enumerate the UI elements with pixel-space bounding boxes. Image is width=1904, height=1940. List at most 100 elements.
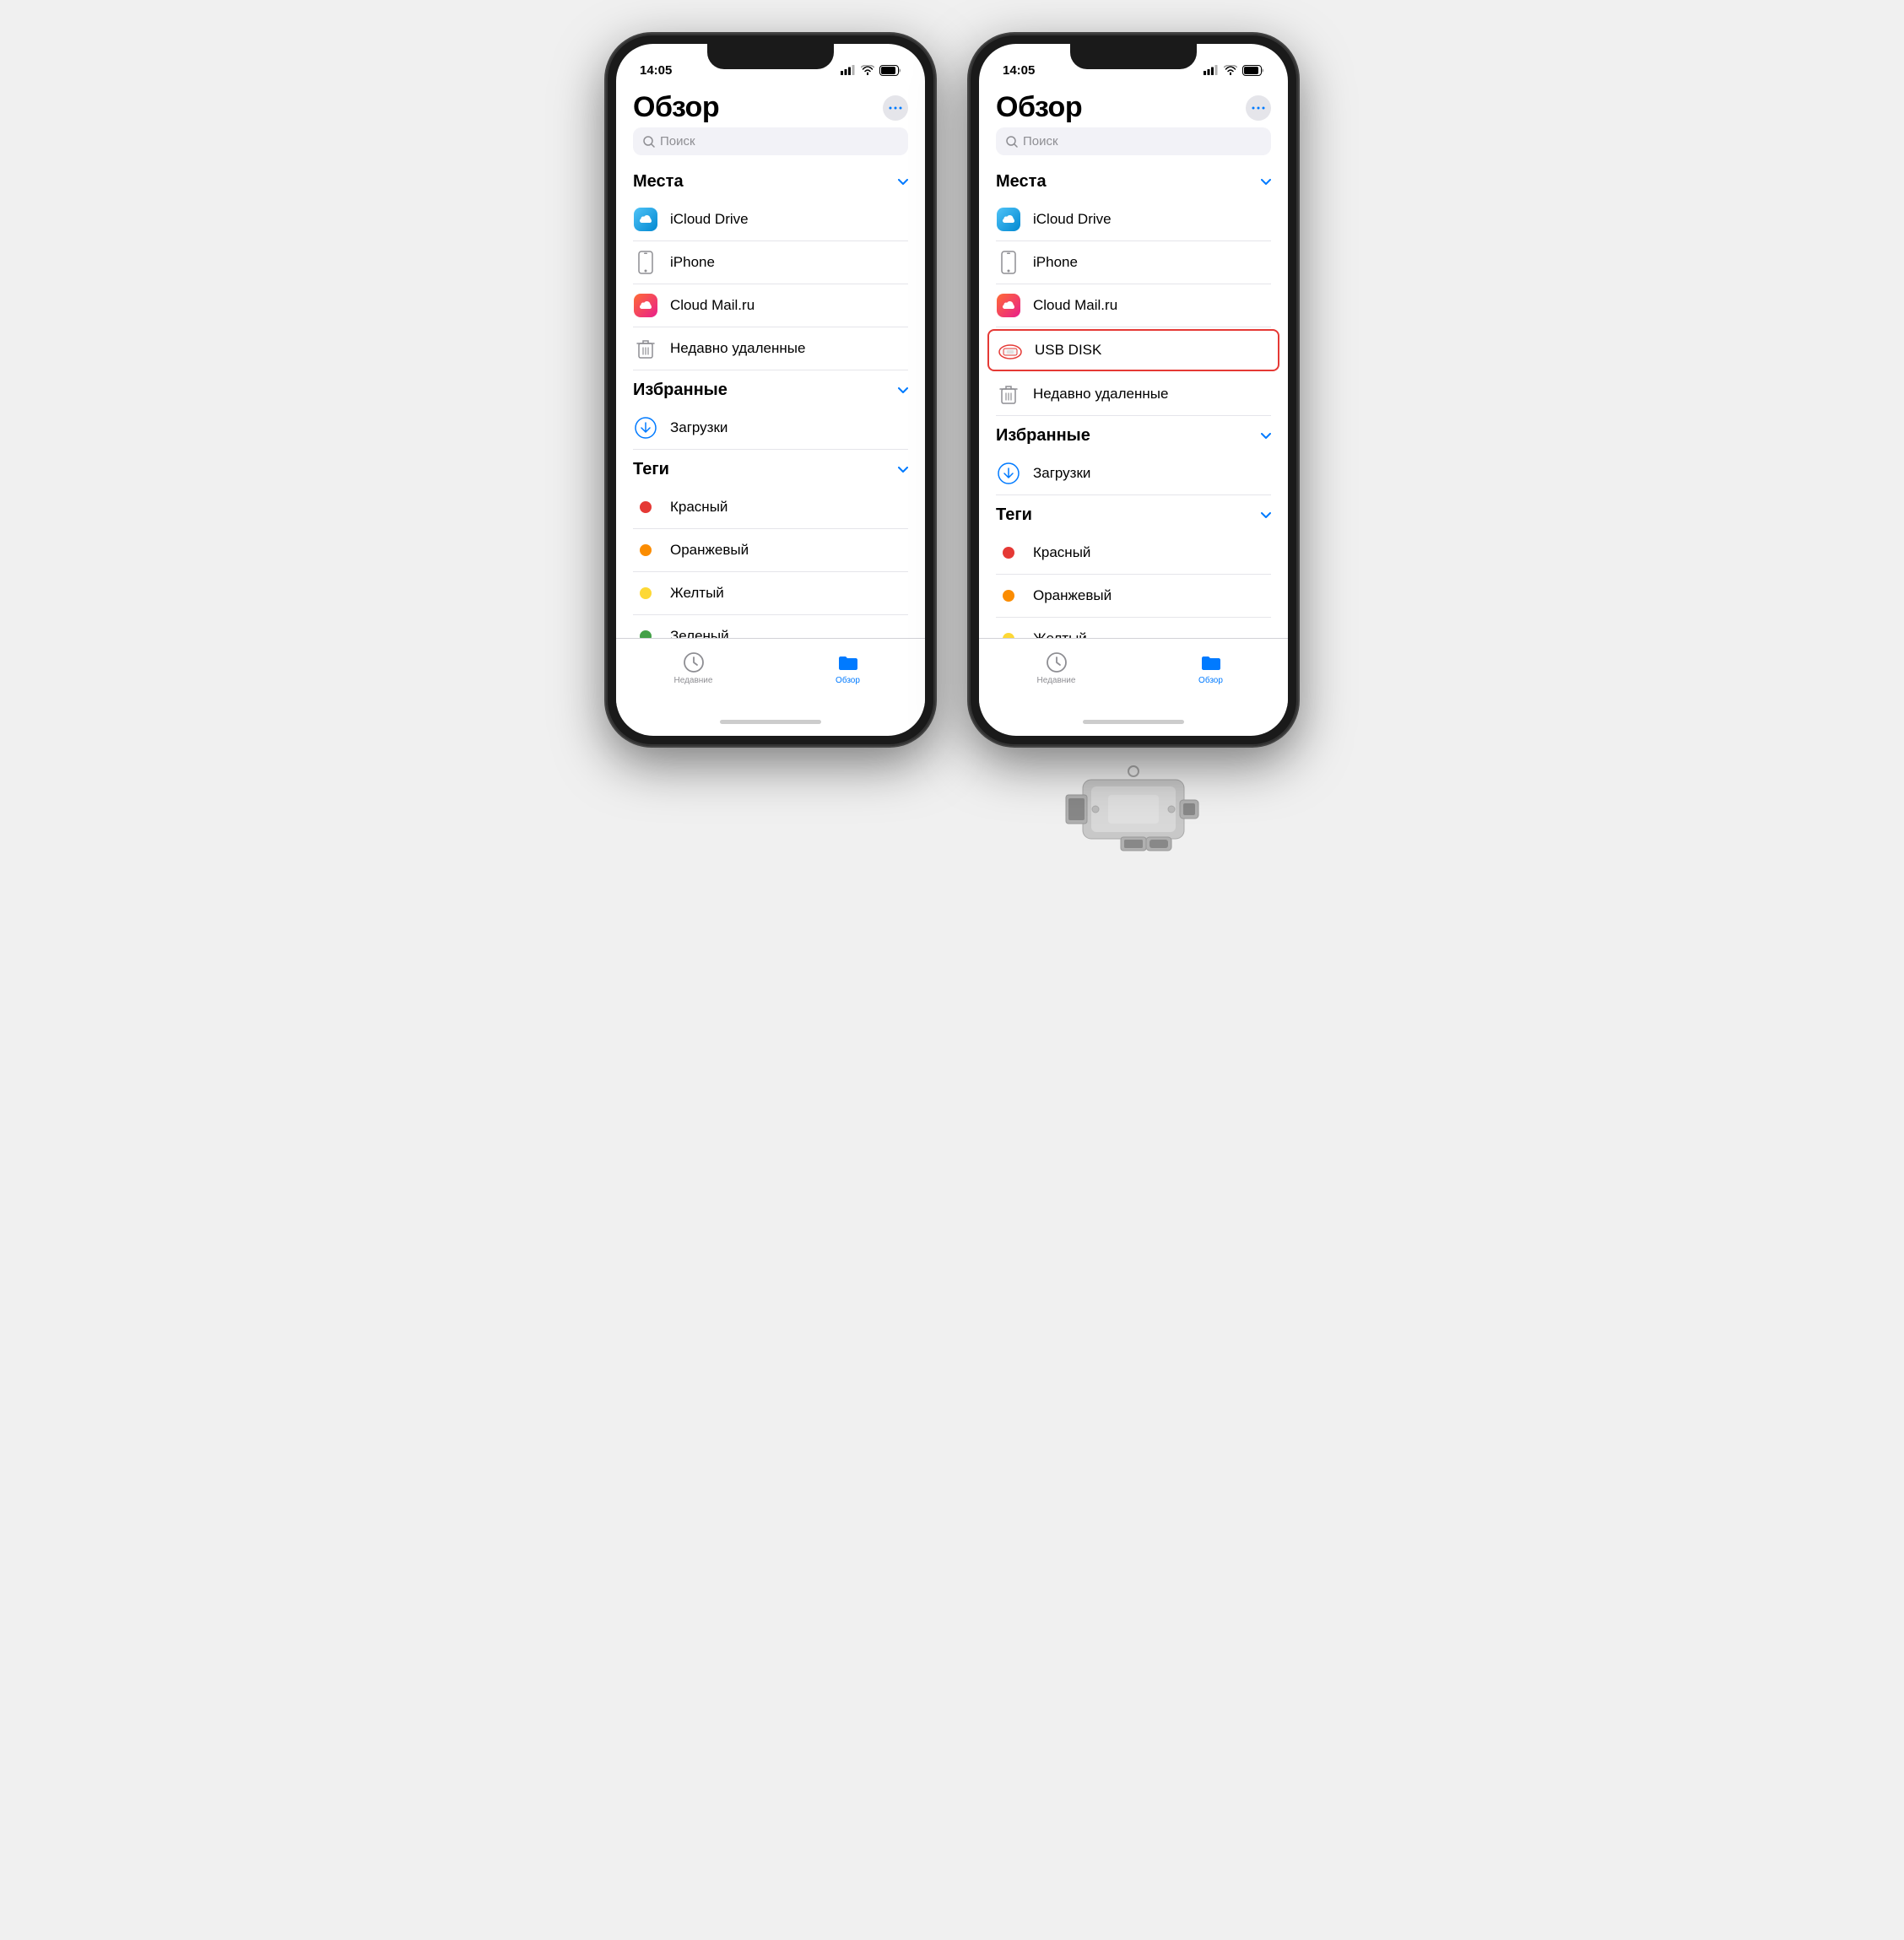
tab-label-overview: Обзор (836, 676, 860, 685)
item-label-deleted: Недавно удаленные (670, 340, 805, 357)
list-item-icloud[interactable]: iCloud Drive (633, 198, 908, 241)
home-bar (720, 720, 821, 724)
section-header-favorites: Избранные (996, 423, 1271, 452)
icloud-icon (997, 208, 1020, 231)
item-label-icloud: iCloud Drive (1033, 211, 1112, 228)
list-item-yellow[interactable]: Желтый (996, 618, 1271, 638)
section-header-favorites: Избранные (633, 377, 908, 407)
list-item-cloudmail[interactable]: Cloud Mail.ru (633, 284, 908, 327)
list-item-deleted[interactable]: Недавно удаленные (996, 373, 1271, 416)
trash-icon (634, 337, 657, 360)
item-label-yellow: Желтый (1033, 630, 1087, 638)
iphone-icon (997, 251, 1020, 274)
list-item-downloads[interactable]: Загрузки (633, 407, 908, 450)
tab-label-overview: Обзор (1198, 676, 1223, 685)
item-label-iphone: iPhone (1033, 254, 1078, 271)
item-label-orange: Оранжевый (670, 542, 749, 559)
tag-dot (640, 630, 652, 638)
chevron-favorites[interactable] (1261, 433, 1271, 440)
phone-left: 14:05 Обзор (606, 34, 935, 746)
section-header-places: Места (996, 169, 1271, 198)
header-row: Обзор (633, 84, 908, 127)
section-title-tags: Теги (633, 460, 669, 479)
status-time: 14:05 (640, 63, 672, 78)
chevron-tags[interactable] (898, 467, 908, 473)
home-indicator (616, 707, 925, 736)
item-label-cloudmail: Cloud Mail.ru (1033, 297, 1117, 314)
status-time: 14:05 (1003, 63, 1035, 78)
item-label-green: Зеленый (670, 628, 729, 638)
more-button[interactable] (883, 95, 908, 121)
tab-overview[interactable]: Обзор (1133, 639, 1288, 707)
list-item-yellow[interactable]: Желтый (633, 572, 908, 615)
page-title: Обзор (996, 91, 1082, 124)
item-label-usbdisk: USB DISK (1035, 342, 1101, 359)
usb-drive-svg (1049, 763, 1218, 873)
screen-content: Обзор Поиск Места iCloud Drive iPhone Cl… (979, 84, 1288, 638)
list-item-red[interactable]: Красный (996, 532, 1271, 575)
section-title-places: Места (996, 172, 1047, 192)
item-label-deleted: Недавно удаленные (1033, 386, 1168, 403)
item-label-yellow: Желтый (670, 585, 724, 602)
search-placeholder: Поиск (1023, 134, 1058, 149)
tab-recent[interactable]: Недавние (616, 639, 771, 707)
list-item-usbdisk[interactable]: USB DISK (987, 329, 1279, 371)
list-item-downloads[interactable]: Загрузки (996, 452, 1271, 495)
search-icon (1006, 136, 1018, 148)
list-item-green[interactable]: Зеленый (633, 615, 908, 638)
list-item-iphone[interactable]: iPhone (633, 241, 908, 284)
phone-right: 14:05 Обзор (969, 34, 1298, 873)
notch (707, 44, 834, 69)
clock-icon (683, 651, 705, 673)
search-bar[interactable]: Поиск (996, 127, 1271, 155)
search-bar[interactable]: Поиск (633, 127, 908, 155)
tab-label-recent: Недавние (1037, 676, 1076, 685)
downloads-icon (634, 416, 657, 440)
item-label-red: Красный (1033, 544, 1090, 561)
icloud-icon (634, 208, 657, 231)
page-title: Обзор (633, 91, 719, 124)
status-icons (841, 65, 901, 76)
tag-dot (640, 544, 652, 556)
chevron-places[interactable] (898, 179, 908, 186)
downloads-icon (997, 462, 1020, 485)
chevron-favorites[interactable] (898, 387, 908, 394)
list-item-orange[interactable]: Оранжевый (633, 529, 908, 572)
signal-icon (841, 65, 856, 75)
chevron-tags[interactable] (1261, 512, 1271, 519)
item-label-downloads: Загрузки (670, 419, 728, 436)
tag-dot (640, 501, 652, 513)
chevron-places[interactable] (1261, 179, 1271, 186)
list-item-iphone[interactable]: iPhone (996, 241, 1271, 284)
tab-label-recent: Недавние (674, 676, 713, 685)
tab-recent[interactable]: Недавние (979, 639, 1133, 707)
tag-dot (1003, 547, 1014, 559)
wifi-icon (1224, 65, 1237, 75)
item-label-icloud: iCloud Drive (670, 211, 749, 228)
usb-drive-image (1049, 763, 1218, 873)
tab-bar: Недавние Обзор (979, 638, 1288, 707)
screen-content: Обзор Поиск Места iCloud Drive iPhone Cl… (616, 84, 925, 638)
item-label-orange: Оранжевый (1033, 587, 1112, 604)
list-item-icloud[interactable]: iCloud Drive (996, 198, 1271, 241)
more-button[interactable] (1246, 95, 1271, 121)
home-indicator (979, 707, 1288, 736)
section-header-tags: Теги (996, 502, 1271, 532)
item-label-red: Красный (670, 499, 728, 516)
list-item-red[interactable]: Красный (633, 486, 908, 529)
tag-dot (1003, 590, 1014, 602)
list-item-orange[interactable]: Оранжевый (996, 575, 1271, 618)
folder-icon (837, 651, 859, 673)
iphone-icon (634, 251, 657, 274)
tab-overview[interactable]: Обзор (771, 639, 925, 707)
section-title-places: Места (633, 172, 684, 192)
signal-icon (1204, 65, 1219, 75)
wifi-icon (861, 65, 874, 75)
item-label-downloads: Загрузки (1033, 465, 1090, 482)
cloudmail-icon (634, 294, 657, 317)
list-item-deleted[interactable]: Недавно удаленные (633, 327, 908, 370)
list-item-cloudmail[interactable]: Cloud Mail.ru (996, 284, 1271, 327)
tab-bar: Недавние Обзор (616, 638, 925, 707)
section-title-favorites: Избранные (633, 381, 728, 400)
item-label-iphone: iPhone (670, 254, 715, 271)
